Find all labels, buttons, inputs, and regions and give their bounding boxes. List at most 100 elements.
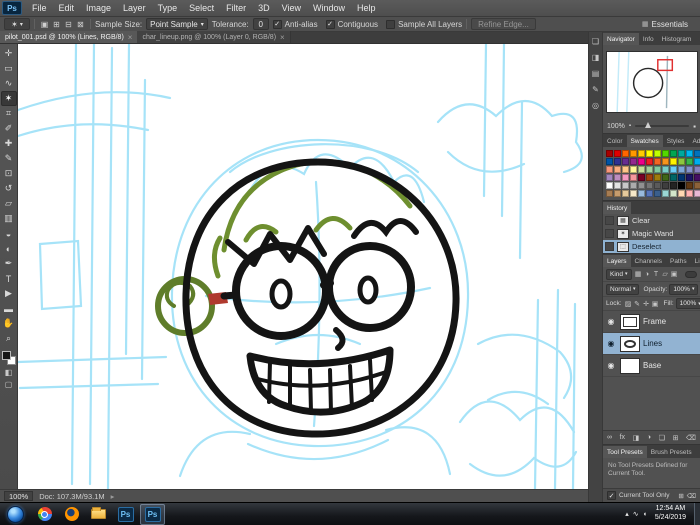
- history-brush-source-box[interactable]: [605, 242, 614, 251]
- color-swatch[interactable]: [694, 166, 700, 173]
- color-swatch[interactable]: [630, 174, 637, 181]
- color-swatch[interactable]: [654, 182, 661, 189]
- layer-mask-icon[interactable]: ◨: [633, 434, 640, 442]
- collapsed-panel-icon-4[interactable]: ✎: [592, 85, 599, 94]
- color-swatch[interactable]: [670, 158, 677, 165]
- tool-presets-tab-tool-presets[interactable]: Tool Presets: [603, 446, 647, 458]
- layer-thumbnail[interactable]: [620, 313, 640, 330]
- layer-style-icon[interactable]: fx: [620, 434, 625, 441]
- swatches-tab-swatches[interactable]: Swatches: [626, 135, 663, 147]
- delete-preset-icon[interactable]: ⌫: [687, 492, 696, 500]
- color-swatch[interactable]: [694, 182, 700, 189]
- navigator-zoom-value[interactable]: 100%: [607, 123, 625, 130]
- history-brush-tool[interactable]: ↺: [1, 181, 17, 196]
- swatches-tab-color[interactable]: Color: [603, 135, 627, 147]
- blend-mode-select[interactable]: Normal ▾: [606, 283, 640, 295]
- foreground-color-swatch[interactable]: [1, 351, 11, 360]
- lock-all-icon[interactable]: ▣: [651, 299, 660, 309]
- color-swatch[interactable]: [622, 150, 629, 157]
- filter-shape-layers-icon[interactable]: ▱: [661, 269, 670, 279]
- color-swatch[interactable]: [630, 150, 637, 157]
- color-swatch[interactable]: [638, 158, 645, 165]
- color-swatch[interactable]: [638, 190, 645, 197]
- layer-visibility-icon[interactable]: ◉: [605, 317, 617, 326]
- color-swatch[interactable]: [630, 158, 637, 165]
- zoom-level-field[interactable]: 100%: [4, 491, 34, 501]
- history-tab-history[interactable]: History: [603, 202, 632, 214]
- navigator-preview[interactable]: [605, 51, 698, 113]
- lock-pixels-icon[interactable]: ✎: [633, 299, 642, 309]
- healing-brush-tool[interactable]: ✚: [1, 136, 17, 151]
- new-layer-icon[interactable]: ⊞: [673, 434, 679, 442]
- color-swatch[interactable]: [654, 174, 661, 181]
- checkbox-contiguous[interactable]: ✓ Contiguous: [325, 19, 378, 29]
- color-swatch[interactable]: [662, 158, 669, 165]
- collapsed-panel-icon-2[interactable]: ◨: [592, 53, 600, 62]
- color-swatch[interactable]: [638, 182, 645, 189]
- color-swatch[interactable]: [646, 166, 653, 173]
- menu-image[interactable]: Image: [80, 0, 117, 16]
- new-preset-icon[interactable]: ⊞: [678, 492, 683, 500]
- status-flyout-icon[interactable]: ▸: [111, 492, 115, 501]
- color-swatch[interactable]: [670, 190, 677, 197]
- color-swatch[interactable]: [678, 166, 685, 173]
- crop-tool[interactable]: ⌗: [1, 106, 17, 121]
- new-group-icon[interactable]: ❏: [659, 434, 665, 442]
- type-tool[interactable]: T: [1, 271, 17, 286]
- collapsed-panel-icon-1[interactable]: ❏: [592, 37, 599, 46]
- layers-tab-paths[interactable]: Paths: [666, 255, 691, 267]
- eraser-tool[interactable]: ▱: [1, 196, 17, 211]
- color-swatch[interactable]: [694, 158, 700, 165]
- layer-thumbnail[interactable]: [620, 357, 640, 374]
- close-tab-icon[interactable]: ×: [128, 33, 133, 42]
- layer-visibility-icon[interactable]: ◉: [605, 339, 617, 348]
- collapsed-panel-icon-3[interactable]: ▤: [592, 69, 600, 78]
- color-swatch[interactable]: [614, 158, 621, 165]
- tool-presets-tab-brush-presets[interactable]: Brush Presets: [647, 446, 696, 458]
- layers-tab-libraries[interactable]: Libraries: [691, 255, 700, 267]
- menu-help[interactable]: Help: [351, 0, 382, 16]
- navigator-zoom-slider[interactable]: [635, 122, 690, 128]
- opacity-field[interactable]: 100% ▾: [669, 283, 699, 295]
- menu-filter[interactable]: Filter: [220, 0, 252, 16]
- start-button[interactable]: [7, 505, 24, 523]
- history-brush-source-box[interactable]: [605, 216, 614, 225]
- color-swatch[interactable]: [622, 166, 629, 173]
- tray-network-icon[interactable]: ∿: [633, 510, 639, 518]
- lasso-tool[interactable]: ∿: [1, 76, 17, 91]
- color-swatch[interactable]: [654, 166, 661, 173]
- color-swatch[interactable]: [646, 190, 653, 197]
- checkbox-anti-alias[interactable]: ✓ Anti-alias: [272, 19, 318, 29]
- document-tab-char-lineup-png[interactable]: char_lineup.png @ 100% (Layer 0, RGB/8) ×: [137, 31, 291, 43]
- subtract-from-selection-icon[interactable]: ⊟: [63, 19, 74, 30]
- color-swatch[interactable]: [606, 190, 613, 197]
- document-tab-pilot-001-psd[interactable]: pilot_001.psd @ 100% (Lines, RGB/8) ×: [0, 31, 138, 43]
- layer-filter-toggle[interactable]: [685, 270, 697, 278]
- menu-3d[interactable]: 3D: [252, 0, 276, 16]
- layer-thumbnail[interactable]: [620, 335, 640, 352]
- color-swatch[interactable]: [630, 166, 637, 173]
- dodge-tool[interactable]: ◐: [1, 241, 17, 256]
- color-swatch[interactable]: [606, 150, 613, 157]
- layer-filter-kind-select[interactable]: Kind ▾: [606, 268, 632, 280]
- color-swatch[interactable]: [686, 166, 693, 173]
- menu-view[interactable]: View: [276, 0, 307, 16]
- navigator-tab-histogram[interactable]: Histogram: [658, 33, 696, 45]
- color-swatch[interactable]: [646, 174, 653, 181]
- clone-stamp-tool[interactable]: ⊡: [1, 166, 17, 181]
- color-swatch[interactable]: [638, 174, 645, 181]
- tool-preset-picker[interactable]: ✶ ▾: [4, 18, 30, 30]
- color-swatch[interactable]: [622, 182, 629, 189]
- navigator-tab-info[interactable]: Info: [639, 33, 658, 45]
- rectangular-marquee-tool[interactable]: ▭: [1, 61, 17, 76]
- color-swatch[interactable]: [686, 158, 693, 165]
- color-swatch[interactable]: [662, 182, 669, 189]
- history-state-deselect[interactable]: ⬚ Deselect: [603, 240, 700, 253]
- history-brush-source-box[interactable]: [605, 229, 614, 238]
- color-swatch[interactable]: [606, 174, 613, 181]
- color-swatch[interactable]: [638, 150, 645, 157]
- intersect-selection-icon[interactable]: ⊠: [75, 19, 86, 30]
- history-state-magic-wand[interactable]: ✶ Magic Wand: [603, 227, 700, 240]
- taskbar-firefox-icon[interactable]: [59, 504, 84, 525]
- quick-mask-icon[interactable]: ◧: [1, 366, 17, 378]
